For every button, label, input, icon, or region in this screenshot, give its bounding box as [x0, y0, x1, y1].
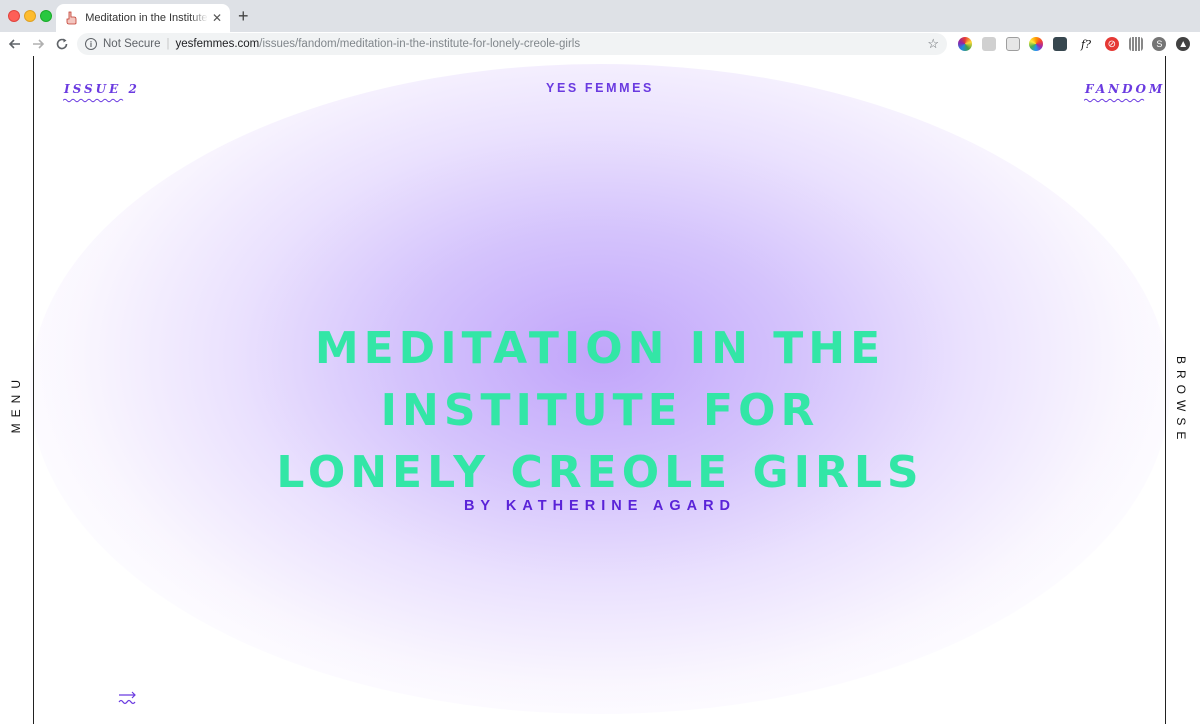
gray-extension-icon[interactable] [981, 37, 996, 51]
title-line: INSTITUTE FOR [380, 385, 820, 436]
url-separator: | [166, 38, 170, 50]
browse-toggle[interactable]: BROWSE [1174, 356, 1188, 445]
section-squiggle [1084, 98, 1145, 103]
colorful-flower-icon[interactable] [1029, 37, 1044, 51]
title-line: LONELY CREOLE GIRLS [276, 447, 924, 498]
address-bar[interactable]: i Not Secure | yesfemmes.com /issues/fan… [77, 33, 947, 55]
browser-chrome: Meditation in the Institute for Lonely C… [0, 0, 1200, 56]
author-byline: BY KATHERINE AGARD [463, 498, 737, 514]
forward-arrow-icon[interactable] [28, 34, 48, 54]
issue-squiggle [63, 98, 124, 103]
reload-icon[interactable] [52, 34, 72, 54]
extensions-bar: f? ⊘ S ▲ [958, 35, 1200, 53]
url-path: /issues/fandom/meditation-in-the-institu… [259, 38, 581, 50]
barcode-icon[interactable] [1128, 37, 1143, 51]
cube-icon[interactable] [1053, 37, 1068, 51]
new-tab-button[interactable]: + [238, 6, 249, 26]
screenshot-extension-icon[interactable] [1005, 37, 1020, 51]
pointing-hand-favicon-icon [64, 11, 77, 25]
left-frame-line [33, 56, 34, 724]
active-tab[interactable]: Meditation in the Institute for Lonely C… [56, 4, 230, 32]
maximize-window-button[interactable] [40, 10, 52, 22]
url-host: yesfemmes.com [175, 38, 260, 50]
color-wheel-icon[interactable] [958, 37, 972, 51]
tab-strip: Meditation in the Institute for Lonely C… [0, 0, 1200, 32]
menu-toggle[interactable]: MENU [9, 374, 23, 433]
close-window-button[interactable] [8, 10, 20, 22]
profile-avatar-icon[interactable]: S [1152, 37, 1167, 51]
info-icon[interactable]: i [85, 38, 97, 50]
site-logo[interactable]: YES FEMMES [0, 81, 1200, 95]
upload-circle-icon[interactable]: ▲ [1176, 37, 1191, 51]
title-line: MEDITATION IN THE [314, 323, 886, 374]
right-frame-line [1165, 56, 1166, 724]
toolbar: i Not Secure | yesfemmes.com /issues/fan… [0, 32, 1200, 56]
font-question-icon[interactable]: f? [1077, 37, 1095, 51]
section-link[interactable]: FANDOM [1085, 82, 1165, 96]
back-arrow-icon[interactable] [5, 34, 25, 54]
tab-close-icon[interactable]: ✕ [212, 11, 222, 25]
bookmark-star-icon[interactable]: ☆ [927, 36, 939, 52]
tab-title: Meditation in the Institute for Lonely C… [85, 12, 208, 24]
page-content: MENU BROWSE ISSUE 2 YES FEMMES FANDOM ME… [0, 56, 1200, 724]
article-title: MEDITATION IN THE INSTITUTE FOR LONELY C… [120, 318, 1080, 504]
security-status: Not Secure [103, 38, 161, 50]
squiggle-arrow-icon[interactable] [118, 690, 138, 706]
red-block-icon[interactable]: ⊘ [1104, 37, 1119, 51]
minimize-window-button[interactable] [24, 10, 36, 22]
